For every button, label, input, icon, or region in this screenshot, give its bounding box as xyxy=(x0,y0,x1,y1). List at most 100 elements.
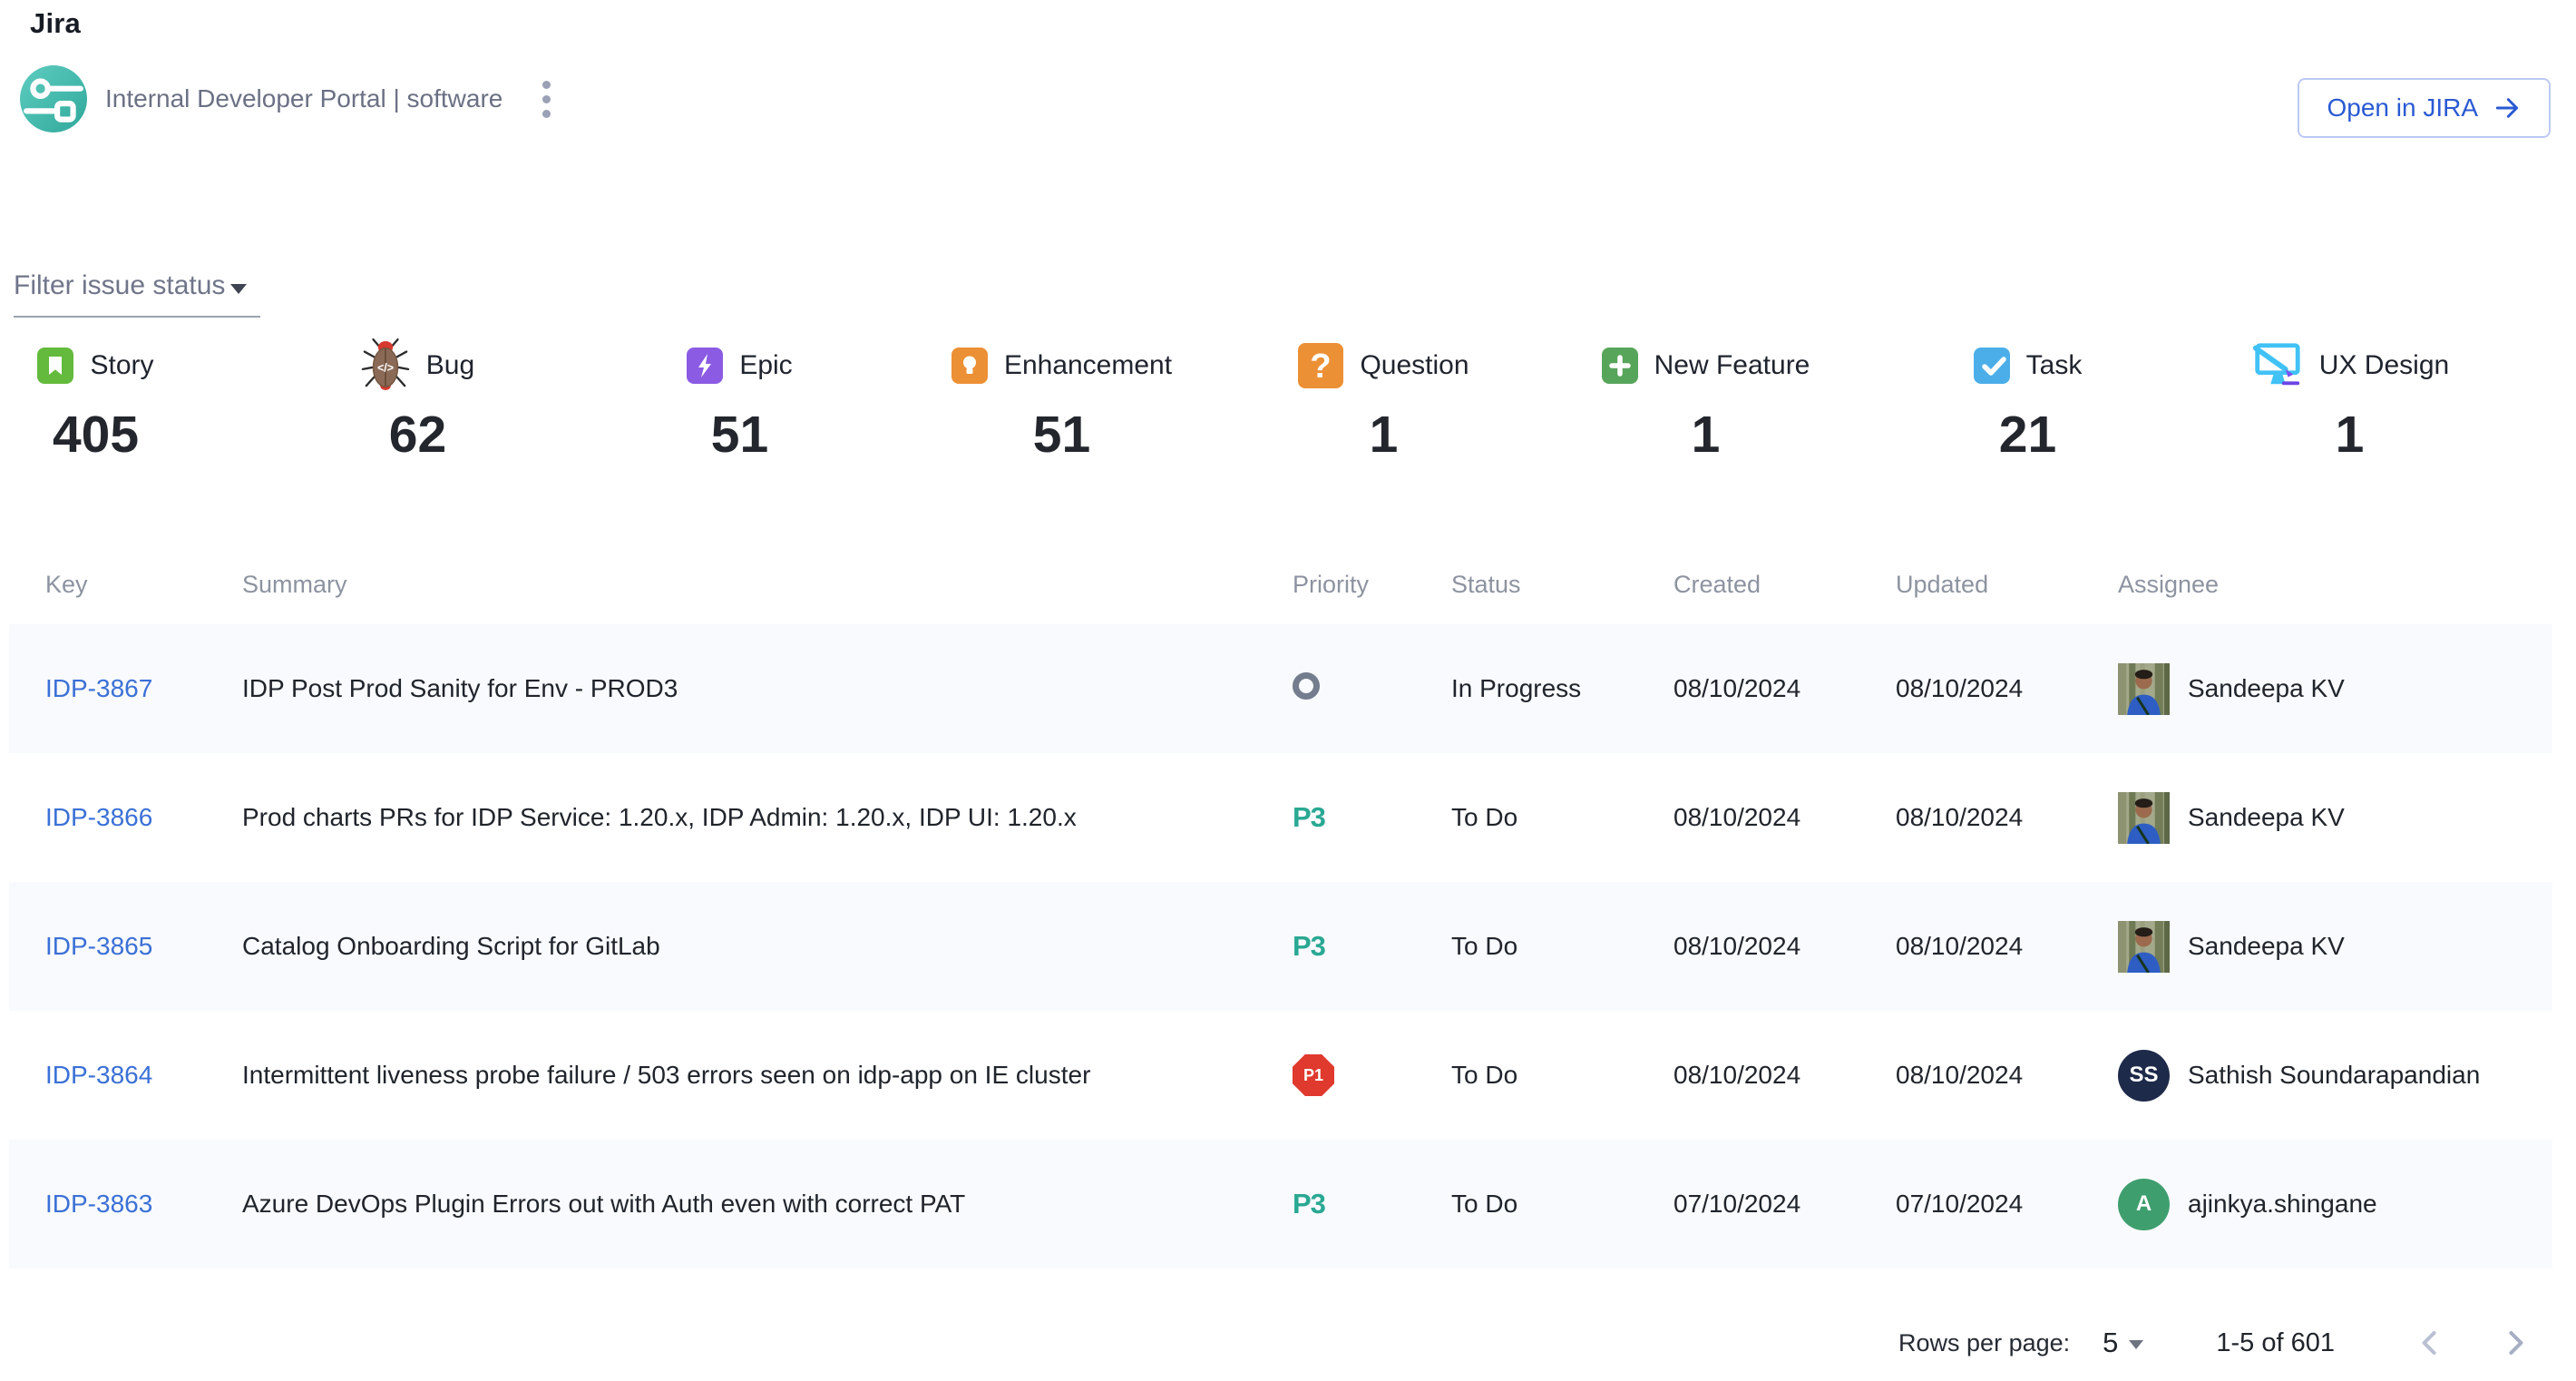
avatar-initials: SS xyxy=(2118,1050,2170,1102)
issue-created: 08/10/2024 xyxy=(1673,932,1896,961)
chevron-left-icon xyxy=(2410,1323,2450,1363)
enhancement-icon xyxy=(951,348,988,384)
table-row: IDP-3866 Prod charts PRs for IDP Service… xyxy=(9,753,2552,882)
issue-updated: 08/10/2024 xyxy=(1896,803,2118,832)
table-row: IDP-3864 Intermittent liveness probe fai… xyxy=(9,1011,2552,1140)
svg-text:</>: </> xyxy=(377,362,394,375)
counter-task: Task 21 xyxy=(1932,338,2254,465)
svg-text:?: ? xyxy=(1311,348,1332,386)
next-page-button[interactable] xyxy=(2491,1318,2540,1367)
project-header: Internal Developer Portal | software xyxy=(20,65,560,132)
issue-status: In Progress xyxy=(1451,674,1673,703)
issue-created: 08/10/2024 xyxy=(1673,674,1896,703)
table-header-row: Key Summary Priority Status Created Upda… xyxy=(9,544,2552,624)
table-row: IDP-3867 IDP Post Prod Sanity for Env - … xyxy=(9,624,2552,753)
issue-type-counters: Story 405 </> xyxy=(0,338,2576,465)
counter-label: Question xyxy=(1360,350,1469,381)
counter-label: Enhancement xyxy=(1004,350,1172,381)
issue-updated: 07/10/2024 xyxy=(1896,1190,2118,1219)
avatar-photo xyxy=(2118,921,2170,973)
issue-updated: 08/10/2024 xyxy=(1896,932,2118,961)
bug-icon: </> xyxy=(361,338,410,394)
kebab-menu-icon[interactable] xyxy=(533,72,560,127)
counter-count: 62 xyxy=(389,405,446,465)
project-logo-icon xyxy=(20,65,87,132)
question-icon: ? xyxy=(1298,343,1343,388)
priority-p1-icon: P1 xyxy=(1293,1054,1334,1096)
issue-updated: 08/10/2024 xyxy=(1896,1061,2118,1090)
priority-p3-icon: P3 xyxy=(1293,930,1451,963)
avatar-photo xyxy=(2118,792,2170,844)
rows-per-page-value: 5 xyxy=(2103,1327,2118,1359)
prev-page-button[interactable] xyxy=(2405,1318,2454,1367)
counter-count: 51 xyxy=(711,405,768,465)
issue-status: To Do xyxy=(1451,1190,1673,1219)
counter-label: Task xyxy=(2026,350,2083,381)
counter-label: Story xyxy=(90,350,153,381)
dropdown-caret-icon xyxy=(2129,1340,2143,1349)
issue-summary: IDP Post Prod Sanity for Env - PROD3 xyxy=(242,674,1293,703)
assignee-name: Sandeepa KV xyxy=(2188,674,2345,703)
rows-per-page-select[interactable]: 5 xyxy=(2103,1327,2143,1359)
dropdown-caret-icon xyxy=(230,284,247,294)
open-in-jira-label: Open in JIRA xyxy=(2327,93,2478,122)
filter-issue-status-label: Filter issue status xyxy=(14,270,225,301)
column-header-key[interactable]: Key xyxy=(45,571,242,599)
issue-key-link[interactable]: IDP-3866 xyxy=(45,803,152,831)
counter-new-feature: New Feature 1 xyxy=(1610,338,1932,465)
counter-enhancement: Enhancement 51 xyxy=(966,338,1288,465)
table-row: IDP-3865 Catalog Onboarding Script for G… xyxy=(9,882,2552,1011)
column-header-status[interactable]: Status xyxy=(1451,571,1673,599)
open-in-jira-button[interactable]: Open in JIRA xyxy=(2298,78,2551,138)
issue-created: 08/10/2024 xyxy=(1673,1061,1896,1090)
column-header-summary[interactable]: Summary xyxy=(242,571,1293,599)
project-name: Internal Developer Portal | software xyxy=(105,84,503,113)
counter-story: Story 405 xyxy=(0,338,322,465)
issue-summary: Prod charts PRs for IDP Service: 1.20.x,… xyxy=(242,803,1293,832)
table-row: IDP-3863 Azure DevOps Plugin Errors out … xyxy=(9,1140,2552,1268)
issue-key-link[interactable]: IDP-3863 xyxy=(45,1190,152,1218)
issue-created: 07/10/2024 xyxy=(1673,1190,1896,1219)
counter-label: New Feature xyxy=(1654,350,1810,381)
assignee-name: Sandeepa KV xyxy=(2188,932,2345,961)
pagination-range: 1-5 of 601 xyxy=(2216,1328,2335,1358)
issues-table: Key Summary Priority Status Created Upda… xyxy=(0,544,2576,1268)
new-feature-icon xyxy=(1602,348,1638,384)
column-header-updated[interactable]: Updated xyxy=(1896,571,2118,599)
counter-count: 1 xyxy=(1692,405,1721,465)
arrow-right-icon xyxy=(2493,93,2522,122)
issue-key-link[interactable]: IDP-3864 xyxy=(45,1061,152,1089)
column-header-priority[interactable]: Priority xyxy=(1293,571,1451,599)
issue-updated: 08/10/2024 xyxy=(1896,674,2118,703)
column-header-assignee[interactable]: Assignee xyxy=(2118,571,2552,599)
counter-ux-design: UX Design 1 xyxy=(2254,338,2576,465)
column-header-created[interactable]: Created xyxy=(1673,571,1896,599)
rows-per-page-label: Rows per page: xyxy=(1898,1329,2070,1357)
chevron-right-icon xyxy=(2495,1323,2535,1363)
counter-count: 21 xyxy=(1999,405,2056,465)
counter-label: UX Design xyxy=(2319,350,2449,381)
table-pagination: Rows per page: 5 1-5 of 601 xyxy=(1898,1314,2540,1372)
story-icon xyxy=(37,348,73,384)
ux-design-icon xyxy=(2250,342,2303,389)
assignee-name: Sathish Soundarapandian xyxy=(2188,1061,2480,1090)
counter-count: 51 xyxy=(1033,405,1090,465)
counter-count: 1 xyxy=(2336,405,2365,465)
counter-question: ? Question 1 xyxy=(1288,338,1610,465)
no-priority-ring-icon xyxy=(1293,672,1320,700)
issue-status: To Do xyxy=(1451,803,1673,832)
priority-p3-icon: P3 xyxy=(1293,801,1451,834)
issue-key-link[interactable]: IDP-3867 xyxy=(45,674,152,702)
filter-issue-status-select[interactable]: Filter issue status xyxy=(14,270,260,318)
issue-summary: Azure DevOps Plugin Errors out with Auth… xyxy=(242,1190,1293,1219)
page-title: Jira xyxy=(30,7,81,40)
issue-summary: Intermittent liveness probe failure / 50… xyxy=(242,1061,1293,1090)
task-icon xyxy=(1974,348,2010,384)
counter-label: Bug xyxy=(426,350,474,381)
priority-p3-icon: P3 xyxy=(1293,1188,1451,1220)
assignee-name: Sandeepa KV xyxy=(2188,803,2345,832)
avatar-initials: A xyxy=(2118,1179,2170,1230)
issue-key-link[interactable]: IDP-3865 xyxy=(45,932,152,960)
counter-epic: Epic 51 xyxy=(644,338,966,465)
counter-count: 1 xyxy=(1370,405,1399,465)
